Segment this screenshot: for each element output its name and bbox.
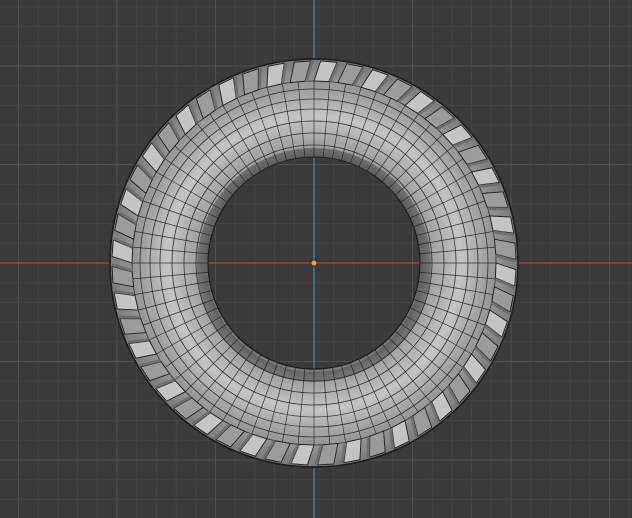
tread-block (113, 292, 139, 311)
tread-block (481, 191, 509, 208)
tread-block (369, 430, 386, 458)
origin-point[interactable] (310, 259, 318, 267)
tread-block (489, 215, 515, 234)
3d-viewport[interactable] (0, 0, 632, 518)
viewport-canvas[interactable] (0, 0, 632, 518)
tread-block (242, 68, 259, 96)
tread-block (119, 318, 147, 335)
tread-block (343, 438, 362, 464)
tread-block (266, 62, 285, 88)
